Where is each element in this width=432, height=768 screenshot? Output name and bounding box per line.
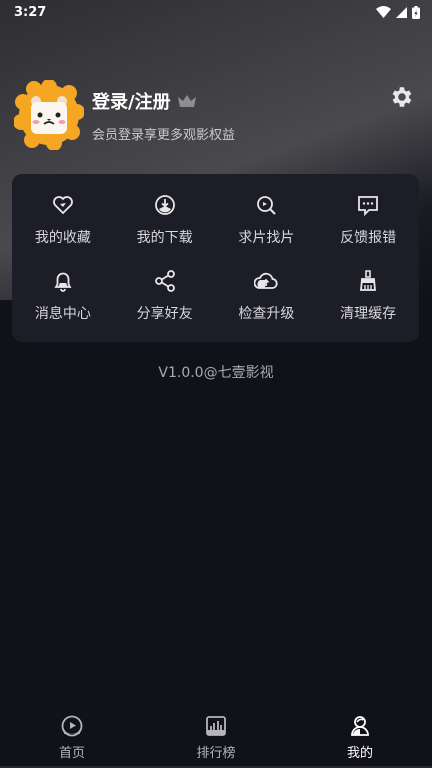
avatar[interactable]: [13, 79, 85, 151]
crown-icon: [177, 94, 196, 107]
ranking-icon: [206, 715, 226, 736]
login-register-link[interactable]: 登录/注册: [92, 88, 171, 114]
heart-icon: [52, 196, 73, 215]
version-text: V1.0.0@七壹影视: [158, 365, 274, 381]
broom-icon: [360, 270, 377, 291]
menu-label: 我的收藏: [34, 230, 91, 246]
nav-label: 首页: [58, 745, 85, 761]
home-icon: [61, 715, 83, 736]
menu-item-feedback[interactable]: 反馈报错: [317, 182, 419, 258]
lion-avatar-icon: [13, 79, 85, 151]
gear-icon[interactable]: [388, 84, 414, 110]
menu-item-share[interactable]: 分享好友: [114, 258, 216, 334]
menu-label: 清理缓存: [340, 306, 397, 322]
wifi-icon: [376, 6, 391, 18]
battery-icon: [412, 5, 420, 19]
function-menu-card: 我的收藏 我的下载 求片找片 反馈报错 消息中心 分享好友 检查升级 清理缓存: [12, 174, 419, 342]
status-bar: 3:27: [0, 0, 432, 24]
bottom-navigation: 首页 排行榜 我的: [0, 706, 432, 768]
menu-label: 检查升级: [238, 306, 295, 322]
menu-label: 消息中心: [34, 306, 91, 322]
nav-label: 排行榜: [196, 745, 236, 761]
upgrade-icon: [254, 272, 278, 289]
profile-icon: [351, 715, 369, 736]
menu-label: 我的下载: [136, 230, 193, 246]
bell-icon: [54, 272, 72, 292]
menu-item-check-update[interactable]: 检查升级: [216, 258, 318, 334]
menu-label: 求片找片: [238, 230, 295, 246]
nav-tab-mine[interactable]: 我的: [310, 714, 410, 761]
member-benefit-text: 会员登录享更多观影权益: [92, 127, 236, 143]
status-time: 3:27: [14, 4, 47, 20]
menu-item-clear-cache[interactable]: 清理缓存: [317, 258, 419, 334]
profile-section[interactable]: 登录/注册 会员登录享更多观影权益: [13, 79, 236, 151]
download-icon: [154, 195, 175, 215]
nav-label: 我的: [346, 745, 373, 761]
menu-item-request-movie[interactable]: 求片找片: [216, 182, 318, 258]
share-icon: [154, 270, 175, 292]
menu-label: 分享好友: [136, 306, 193, 322]
search-movie-icon: [257, 196, 277, 215]
menu-label: 反馈报错: [340, 230, 397, 246]
nav-tab-home[interactable]: 首页: [22, 714, 122, 761]
menu-item-messages[interactable]: 消息中心: [12, 258, 114, 334]
signal-icon: [396, 6, 407, 18]
menu-item-favorites[interactable]: 我的收藏: [12, 182, 114, 258]
nav-tab-ranking[interactable]: 排行榜: [166, 714, 266, 761]
menu-item-downloads[interactable]: 我的下载: [114, 182, 216, 258]
feedback-icon: [358, 196, 379, 217]
